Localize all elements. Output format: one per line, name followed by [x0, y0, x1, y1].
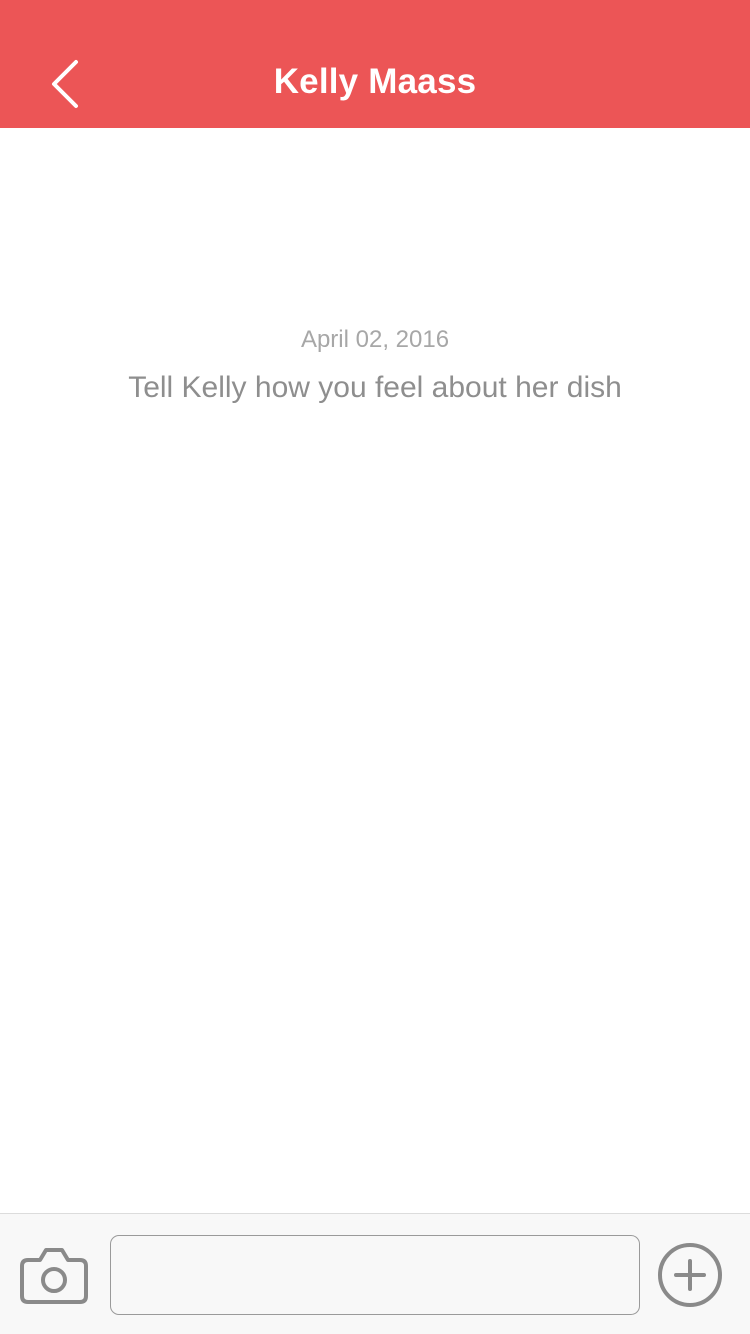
message-input[interactable]: [110, 1235, 640, 1315]
back-button[interactable]: [40, 52, 96, 116]
plus-circle-icon: [658, 1243, 722, 1307]
conversation-date: April 02, 2016: [300, 326, 450, 353]
camera-icon: [20, 1248, 88, 1304]
page-title: Kelly Maass: [273, 62, 477, 101]
camera-button[interactable]: [18, 1244, 90, 1306]
chevron-left-icon: [52, 60, 78, 108]
add-attachment-button[interactable]: [656, 1241, 724, 1309]
message-composer: [0, 1213, 750, 1334]
empty-state-prompt: Tell Kelly how you feel about her dish: [128, 371, 622, 404]
conversation-area: April 02, 2016 Tell Kelly how you feel a…: [0, 128, 750, 1213]
nav-header: Kelly Maass: [0, 0, 750, 128]
chat-screen: Kelly Maass April 02, 2016 Tell Kelly ho…: [0, 0, 750, 1334]
